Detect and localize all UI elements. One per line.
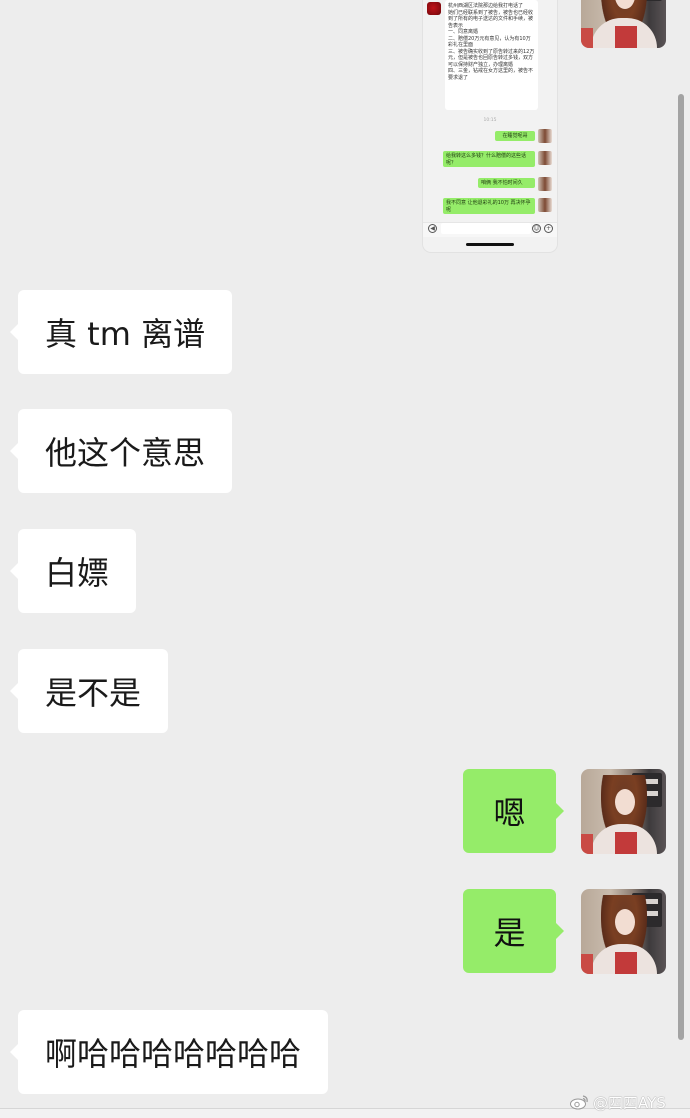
scrollbar-thumb[interactable] [678,94,684,1040]
embedded-contact-avatar [427,2,441,15]
avatar-face [615,909,635,935]
message-incoming[interactable]: 啊哈哈哈哈哈哈哈 [9,1010,329,1094]
avatar-shirt [615,26,637,48]
avatar-shirt [615,952,637,974]
embedded-outgoing-message: 咱俩 我不怕时间久 [478,178,535,188]
avatar-self-top[interactable] [581,0,666,48]
message-text: 他这个意思 [45,434,206,472]
embedded-self-avatar [538,151,552,165]
message-text: 嗯 [493,794,526,832]
emoji-icon: ☺ [532,224,541,233]
message-text: 白嫖 [45,554,110,592]
embedded-text-input [441,223,531,234]
plus-icon: + [544,224,553,233]
message-incoming[interactable]: 白嫖 [9,529,137,613]
embedded-outgoing-message: 在睡觉呢哥 [495,131,535,141]
watermark-text: @四四AYS [593,1093,666,1112]
message-text: 是 [493,914,526,952]
embedded-outgoing-message: 我不同意 让他退彩礼的10万 再决怀孕呢 [443,198,535,214]
message-incoming[interactable]: 他这个意思 [9,409,233,493]
avatar-sleeve [581,954,593,974]
voice-icon: ◀ [428,224,437,233]
image-message-screenshot[interactable]: 杭州西湖区法院那边给我打电话了 她们已经联系到了被告，被告也已经收到了所有的电子… [423,0,557,252]
home-indicator [466,243,514,246]
embedded-self-avatar [538,129,552,143]
message-outgoing[interactable]: 嗯 [463,769,564,853]
message-incoming[interactable]: 是不是 [9,649,169,733]
embedded-incoming-message: 杭州西湖区法院那边给我打电话了 她们已经联系到了被告，被告也已经收到了所有的电子… [445,0,538,110]
avatar-self[interactable] [581,769,666,854]
avatar-sleeve [581,834,593,854]
avatar-shirt [615,832,637,854]
avatar-face [615,789,635,815]
avatar-sleeve [581,28,593,48]
embedded-self-avatar [538,198,552,212]
avatar-self[interactable] [581,889,666,974]
message-text: 啊哈哈哈哈哈哈哈 [45,1035,302,1073]
embedded-self-avatar [538,177,552,191]
message-incoming[interactable]: 真 tm 离谱 [9,290,233,374]
message-text: 真 tm 离谱 [45,315,206,353]
weibo-icon [570,1094,590,1110]
embedded-outgoing-message: 给我转这么多钱？什么赔偿的这些话呢？ [443,151,535,167]
embedded-timestamp: 10:15 [483,118,497,123]
watermark: @四四AYS [570,1092,666,1112]
message-outgoing[interactable]: 是 [463,889,564,973]
message-text: 是不是 [45,674,142,712]
